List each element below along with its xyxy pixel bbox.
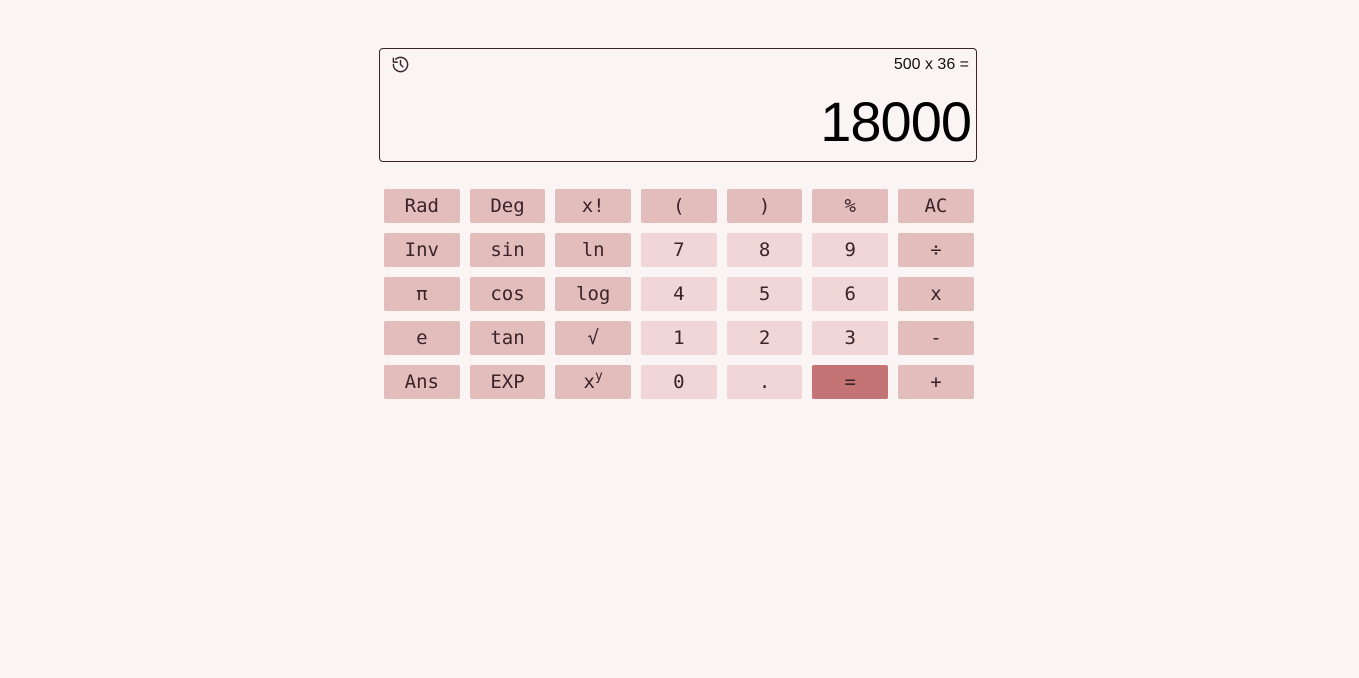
- power-button[interactable]: xy: [555, 365, 631, 399]
- close-paren-button[interactable]: ): [726, 189, 803, 223]
- calculator-display: 500 x 36 = 18000: [379, 48, 977, 162]
- rad-button[interactable]: Rad: [384, 189, 460, 223]
- decimal-button[interactable]: .: [726, 365, 803, 399]
- e-button[interactable]: e: [384, 321, 460, 355]
- sqrt-button[interactable]: √: [555, 321, 631, 355]
- tan-button[interactable]: tan: [469, 321, 546, 355]
- exp-button[interactable]: EXP: [469, 365, 546, 399]
- result-value: 18000: [820, 90, 972, 153]
- add-button[interactable]: +: [898, 365, 974, 399]
- sin-button[interactable]: sin: [469, 233, 546, 267]
- power-base-label: x: [583, 371, 595, 393]
- all-clear-button[interactable]: AC: [898, 189, 974, 223]
- digit-9-button[interactable]: 9: [812, 233, 889, 267]
- digit-8-button[interactable]: 8: [726, 233, 803, 267]
- ans-button[interactable]: Ans: [384, 365, 460, 399]
- power-exponent-label: y: [594, 368, 603, 384]
- equals-button[interactable]: =: [812, 365, 889, 399]
- cos-button[interactable]: cos: [469, 277, 546, 311]
- log-button[interactable]: log: [555, 277, 631, 311]
- digit-3-button[interactable]: 3: [812, 321, 889, 355]
- history-icon[interactable]: [391, 55, 410, 74]
- pi-button[interactable]: π: [384, 277, 460, 311]
- digit-0-button[interactable]: 0: [641, 365, 717, 399]
- open-paren-button[interactable]: (: [641, 189, 717, 223]
- percent-button[interactable]: %: [812, 189, 889, 223]
- digit-1-button[interactable]: 1: [641, 321, 717, 355]
- digit-5-button[interactable]: 5: [726, 277, 803, 311]
- digit-6-button[interactable]: 6: [812, 277, 889, 311]
- ln-button[interactable]: ln: [555, 233, 631, 267]
- keypad: Rad Deg x! ( ) % AC Inv sin ln 7 8 9 ÷ π…: [384, 189, 974, 399]
- digit-4-button[interactable]: 4: [641, 277, 717, 311]
- deg-button[interactable]: Deg: [469, 189, 546, 223]
- inv-button[interactable]: Inv: [384, 233, 460, 267]
- factorial-button[interactable]: x!: [555, 189, 631, 223]
- digit-7-button[interactable]: 7: [641, 233, 717, 267]
- divide-button[interactable]: ÷: [898, 233, 974, 267]
- digit-2-button[interactable]: 2: [726, 321, 803, 355]
- multiply-button[interactable]: x: [898, 277, 974, 311]
- subtract-button[interactable]: -: [898, 321, 974, 355]
- expression-text: 500 x 36 =: [893, 56, 969, 73]
